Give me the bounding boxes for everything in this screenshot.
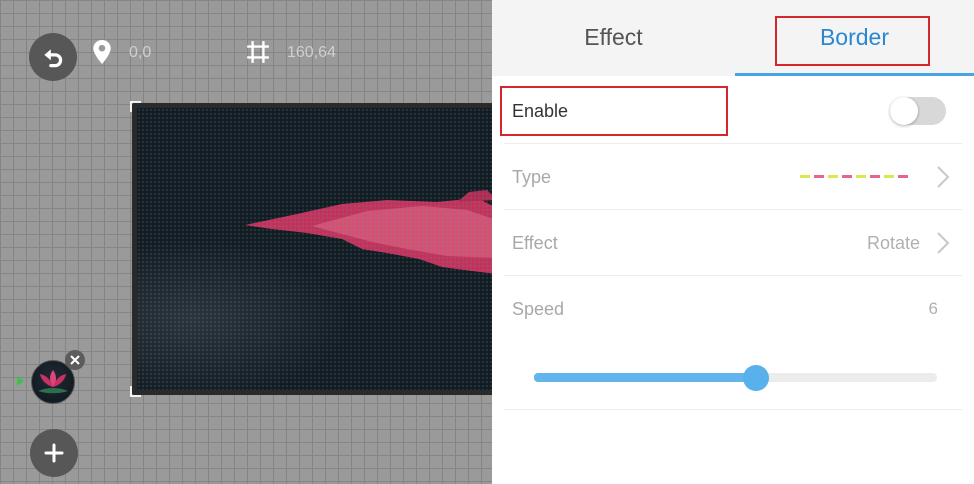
settings-panel: Effect Border Enable Type Effect Rotate … xyxy=(492,0,974,484)
effect-value: Rotate xyxy=(866,233,920,253)
chevron-right-icon xyxy=(937,166,950,188)
size-readout: 160,64 xyxy=(287,44,336,61)
toggle-knob xyxy=(890,97,918,125)
led-preview[interactable] xyxy=(132,103,492,395)
speed-value: 6 xyxy=(928,299,938,318)
position-readout: 0,0 xyxy=(129,44,152,61)
speed-row: Speed 6 xyxy=(504,276,962,342)
effect-label: Effect xyxy=(512,233,558,253)
plus-icon xyxy=(44,443,64,463)
map-pin-icon xyxy=(93,40,111,64)
border-tab-highlight xyxy=(775,16,930,66)
undo-icon xyxy=(44,49,63,68)
divider xyxy=(504,409,962,410)
tab-effect[interactable]: Effect xyxy=(492,0,735,74)
chevron-right-icon xyxy=(937,232,950,254)
selection-handle-bottom-left[interactable] xyxy=(130,386,141,397)
led-screen xyxy=(137,108,492,390)
tab-bar: Effect Border xyxy=(492,0,974,76)
crop-icon xyxy=(247,41,269,63)
speed-slider[interactable] xyxy=(534,365,937,391)
enable-highlight xyxy=(500,86,728,136)
type-label: Type xyxy=(512,167,552,187)
border-type-preview xyxy=(800,175,908,178)
add-layer-button[interactable] xyxy=(30,429,78,477)
editor-canvas[interactable]: 0,0 160,64 xyxy=(0,0,492,484)
remove-layer-button[interactable] xyxy=(65,350,85,370)
active-tab-indicator xyxy=(735,73,974,76)
effect-row[interactable]: Effect Rotate xyxy=(504,210,962,276)
close-icon xyxy=(70,355,80,365)
enable-toggle[interactable] xyxy=(890,97,946,125)
slider-fill xyxy=(534,373,756,382)
selection-handle-top-left[interactable] xyxy=(130,101,141,112)
slider-thumb[interactable] xyxy=(742,365,769,391)
type-row[interactable]: Type xyxy=(504,144,962,210)
active-layer-marker xyxy=(17,376,24,386)
speed-label: Speed xyxy=(512,299,565,319)
undo-button[interactable] xyxy=(29,33,77,81)
